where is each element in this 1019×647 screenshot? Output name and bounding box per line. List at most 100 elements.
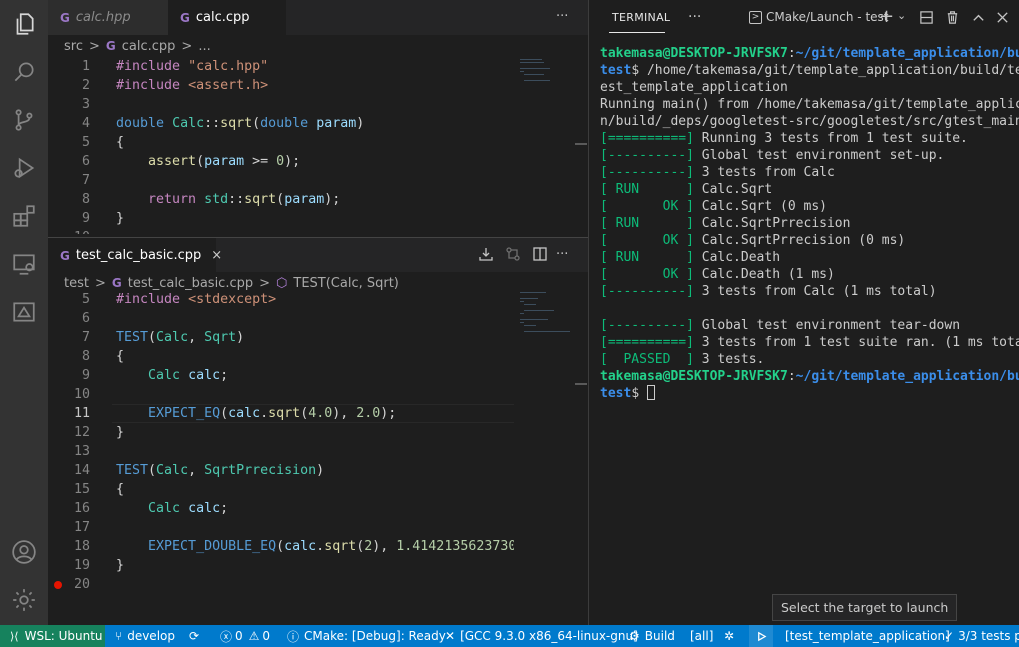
terminal-text: Calc.Death (1 ms) [693,267,835,282]
terminal-cursor [646,385,655,400]
run-debug-icon[interactable] [0,144,48,192]
maximize-panel-icon[interactable] [971,10,986,25]
tab-test-calc-basic-cpp[interactable]: G test_calc_basic.cpp × [48,238,222,273]
active-tab-indicator [609,32,665,33]
code-token: ( [252,116,261,131]
test-results[interactable]: ✓ 3/3 tests pa [944,625,1019,647]
code-line[interactable]: 5{ [48,133,518,152]
build-target[interactable]: [all] [690,625,713,647]
account-icon[interactable] [0,528,48,576]
code-text: #include <stdexcept> [116,290,276,309]
code-editor-test-calc-basic-cpp[interactable]: 5 #include <stdexcept> 6 7 TEST(Calc, Sqrt) 8… [48,290,588,625]
code-line[interactable]: 5 #include <stdexcept> [48,290,518,309]
line-number: 2 [81,78,90,93]
problems-indicator[interactable]: ⓧ 0 ⚠ 0 [220,625,270,647]
split-terminal-icon[interactable] [919,10,934,25]
launch-target[interactable]: [test_template_application] [785,625,950,647]
terminal-line: [==========] Running 3 tests from 1 test… [600,130,1015,147]
code-line[interactable]: 14 TEST(Calc, SqrtPrrecision) [48,461,518,480]
code-line[interactable]: 17 [48,518,518,537]
tab-terminal[interactable]: TERMINAL [612,11,670,24]
git-branch[interactable]: ⑂ develop [115,625,175,647]
code-editor-calc-cpp[interactable]: 1 #include "calc.hpp" 2 #include <assert.h>… [48,57,588,234]
line-number: 15 [73,482,90,497]
sync-icon[interactable]: ⟳ [189,625,199,647]
minimap[interactable] [514,57,574,234]
breadcrumb-file[interactable]: test_calc_basic.cpp [128,276,253,291]
code-line[interactable]: 1 #include "calc.hpp" [48,57,518,76]
split-editor-icon[interactable] [532,246,548,262]
code-line[interactable]: 9} [48,209,518,228]
close-icon[interactable]: × [211,248,222,263]
search-icon[interactable] [0,48,48,96]
code-line[interactable]: 15 { [48,480,518,499]
remote-indicator[interactable]: ⟩⟨ WSL: Ubuntu [0,625,105,647]
cmake-kit[interactable]: ✕ [GCC 9.3.0 x86_64-linux-gnu] [445,625,638,647]
cmake-status[interactable]: ⓘ CMake: [Debug]: Ready [287,625,446,647]
code-line[interactable]: 8 return std::sqrt(param); [48,190,518,209]
more-actions-icon[interactable]: ··· [688,9,701,25]
breadcrumb-file[interactable]: calc.cpp [122,39,176,54]
breadcrumb-symbol[interactable]: TEST(Calc, Sqrt) [293,276,399,291]
code-line[interactable]: 6 [48,309,518,328]
scrollbar-thumb[interactable] [575,143,587,145]
line-number: 18 [73,539,90,554]
code-line[interactable]: 3 [48,95,518,114]
extensions-icon[interactable] [0,192,48,240]
more-actions-icon[interactable]: ··· [556,9,568,24]
git-compare-icon[interactable] [505,246,521,262]
tab-calc-cpp[interactable]: G calc.cpp [168,0,286,35]
code-line[interactable]: 20 [48,575,518,594]
download-icon[interactable] [478,246,494,262]
code-line[interactable]: 10 [48,385,518,404]
explorer-icon[interactable] [0,0,48,48]
breadcrumb-folder[interactable]: src [64,39,83,54]
code-line[interactable]: 6 assert(param >= 0); [48,152,518,171]
scrollbar-thumb[interactable] [575,383,587,385]
terminal-text: [ OK ] [600,233,694,248]
line-number: 10 [73,387,90,402]
code-line[interactable]: 8{ [48,347,518,366]
build-button[interactable]: ⚙ Build [629,625,675,647]
code-line[interactable]: 19} [48,556,518,575]
code-line[interactable]: 7 TEST(Calc, Sqrt) [48,328,518,347]
code-line[interactable]: 13 [48,442,518,461]
source-control-icon[interactable] [0,96,48,144]
code-line[interactable]: 11 EXPECT_EQ(calc.sqrt(4.0), 2.0); [48,404,518,423]
code-token: { [116,135,125,150]
chevron-down-icon[interactable]: ⌄ [897,9,906,22]
tab-label: calc.cpp [195,10,250,25]
breadcrumb-rest[interactable]: ... [198,39,210,54]
close-panel-icon[interactable] [995,10,1010,25]
more-actions-icon[interactable]: ··· [556,247,568,262]
debug-bug-icon[interactable]: ✲ [724,625,734,647]
code-text: } [116,423,124,442]
code-text: EXPECT_DOUBLE_EQ(calc.sqrt(2), 1.4142135… [116,537,524,556]
code-token: ), [372,539,397,554]
new-terminal-plus-icon[interactable]: + [879,6,894,27]
code-token: calc [228,406,261,421]
trash-icon[interactable] [945,10,960,25]
code-line[interactable]: 12} [48,423,518,442]
code-line[interactable]: 4 double Calc::sqrt(double param) [48,114,518,133]
code-line[interactable]: 18 EXPECT_DOUBLE_EQ(calc.sqrt(2), 1.4142… [48,537,524,556]
code-line[interactable]: 10 [48,228,518,234]
code-line[interactable]: 16 Calc calc; [48,499,518,518]
cmake-icon[interactable] [0,288,48,336]
breadcrumb-folder[interactable]: test [64,276,89,291]
code-text: TEST(Calc, Sqrt) [116,328,244,347]
settings-gear-icon[interactable] [0,576,48,624]
code-line[interactable]: 9 Calc calc; [48,366,518,385]
remote-explorer-icon[interactable] [0,240,48,288]
line-number: 8 [81,349,90,364]
launch-play-icon[interactable] [749,625,773,647]
code-line[interactable]: 7 [48,171,518,190]
code-token: ); [380,406,397,421]
code-token: assert [148,154,197,169]
terminal-line: n/build/_deps/googletest-src/googletest/… [600,113,1019,130]
code-line[interactable]: 2 #include <assert.h> [48,76,518,95]
terminal-selector[interactable]: > CMake/Launch - test [749,10,889,24]
terminal-line: test$ /home/takemasa/git/template_applic… [600,62,1019,79]
tab-calc-hpp[interactable]: G calc.hpp [48,0,168,35]
minimap[interactable] [514,290,574,625]
